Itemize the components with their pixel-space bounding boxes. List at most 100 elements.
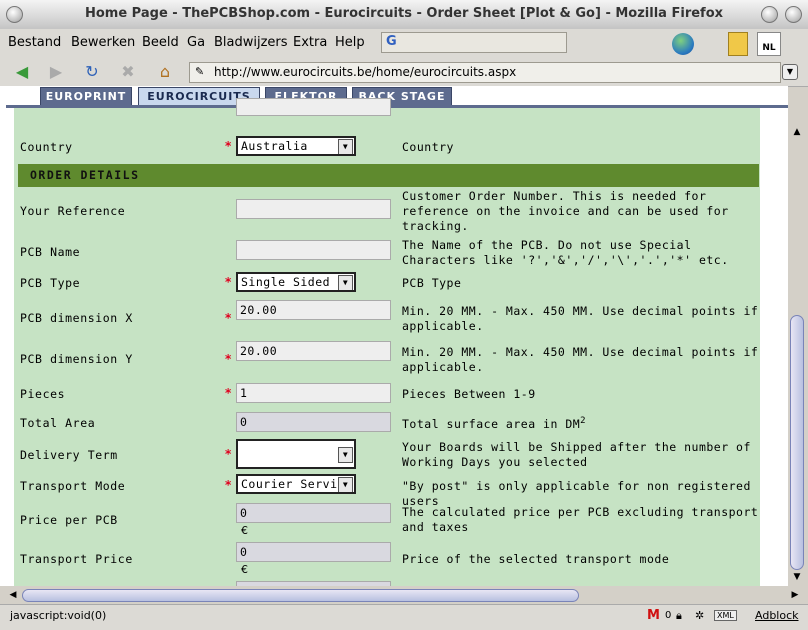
language-nl-icon[interactable]: NL [757,32,781,56]
total-area-label: Total Area [20,416,96,430]
transport-price-label: Transport Price [20,552,133,566]
your-reference-input[interactable] [236,199,391,219]
country-select[interactable]: Australia ▼ [236,136,356,156]
pieces-desc: Pieces Between 1-9 [402,387,536,401]
required-marker: * [225,352,232,366]
horizontal-scrollbar[interactable]: ◀ ▶ [4,586,804,604]
total-area-desc-text: Total surface area in DM [402,416,581,431]
window-title: Home Page - ThePCBShop.com - Eurocircuit… [84,6,724,21]
pcb-dimension-x-input[interactable]: 20.00 [236,300,391,320]
forward-arrow-icon[interactable]: ▶ [46,63,66,81]
total-area-field: 0 [236,412,391,432]
site-tabs: EUROPRINT EUROCIRCUITS ELEKTOR BACK STAG… [0,86,788,108]
total-area-superscript: 2 [580,416,587,426]
chevron-down-icon: ▼ [338,447,353,463]
pcb-name-label: PCB Name [20,245,81,259]
required-marker: * [225,139,232,153]
pieces-label: Pieces [20,387,66,401]
pcb-dimension-x-label: PCB dimension X [20,311,133,325]
gmail-count: 0 [665,610,672,621]
pieces-input[interactable]: 1 [236,383,391,403]
zip-code-input-partial[interactable] [236,98,391,116]
vertical-scroll-thumb[interactable] [790,315,804,570]
pcb-name-desc: The Name of the PCB. Do not use Special … [402,238,729,267]
pcb-dimension-y-desc: Min. 20 MM. - Max. 450 MM. Use decimal p… [402,345,759,374]
section-title: ORDER DETAILS [30,168,140,182]
menu-help[interactable]: Help [335,35,365,50]
your-reference-desc: Customer Order Number. This is needed fo… [402,189,729,233]
page-content: EUROPRINT EUROCIRCUITS ELEKTOR BACK STAG… [0,86,788,586]
pcb-type-select[interactable]: Single Sided ▼ [236,272,356,292]
order-details-header: ORDER DETAILS [18,164,759,187]
required-marker: * [225,275,232,289]
price-per-pcb-desc: The calculated price per PCB excluding t… [402,505,759,534]
address-bar[interactable]: ✎ http://www.eurocircuits.be/home/euroci… [189,62,781,83]
required-marker: * [225,447,232,461]
gmail-icon[interactable]: M [647,608,660,623]
required-marker: * [225,386,232,400]
euro-symbol: € [241,563,248,576]
required-marker: * [225,478,232,492]
scroll-left-arrow-icon[interactable]: ◀ [6,588,20,602]
pcb-type-value: Single Sided [241,275,331,289]
transport-mode-select[interactable]: Courier Servic ▼ [236,474,356,494]
menu-ga[interactable]: Ga [187,35,205,50]
delivery-term-select[interactable]: ▼ [236,439,356,469]
order-form: Country * Australia ▼ Country ORDER DETA… [14,98,762,586]
gear-icon[interactable]: ✲ [695,609,704,622]
transport-mode-value: Courier Servic [241,477,345,491]
horizontal-scroll-thumb[interactable] [22,589,579,602]
menu-extra[interactable]: Extra [293,35,327,50]
price-per-pcb-label: Price per PCB [20,513,118,527]
pcb-type-desc: PCB Type [402,276,462,290]
reload-icon[interactable]: ↻ [82,63,102,81]
url-text: http://www.eurocircuits.be/home/eurocirc… [214,65,517,79]
chevron-down-icon: ▼ [338,477,353,492]
adblock-link[interactable]: Adblock [755,609,799,622]
page-icon: ✎ [195,65,205,78]
transport-mode-label: Transport Mode [20,479,126,493]
country-label: Country [20,140,73,154]
your-reference-label: Your Reference [20,204,126,218]
menu-bladwijzers[interactable]: Bladwijzers [214,35,288,50]
scroll-down-arrow-icon[interactable]: ▼ [790,570,804,584]
scroll-right-arrow-icon[interactable]: ▶ [788,588,802,602]
search-input[interactable]: G [381,32,567,53]
chevron-down-icon: ▼ [338,139,353,154]
chevron-down-icon: ▼ [338,275,353,290]
window-titlebar: Home Page - ThePCBShop.com - Eurocircuit… [0,0,808,30]
required-marker: * [225,311,232,325]
menu-bewerken[interactable]: Bewerken [71,35,135,50]
vertical-scrollbar[interactable]: ▲ ▼ [788,123,806,586]
transport-price-field: 0 [236,542,391,562]
pcb-name-input[interactable] [236,240,391,260]
scroll-up-arrow-icon[interactable]: ▲ [790,125,804,139]
pcb-type-label: PCB Type [20,276,81,290]
delivery-term-label: Delivery Term [20,448,118,462]
delivery-term-desc: Your Boards will be Shipped after the nu… [402,440,751,469]
total-area-desc: Total surface area in DM2 [402,414,762,432]
transport-price-desc: Price of the selected transport mode [402,552,670,566]
close-window-button[interactable] [785,6,802,23]
stop-icon[interactable]: ✖ [118,63,138,81]
price-per-pcb-field: 0 [236,503,391,523]
pcb-dimension-y-input[interactable]: 20.00 [236,341,391,361]
lock-icon: 🔒︎ [676,609,682,622]
url-dropdown-button[interactable]: ▼ [782,64,798,80]
country-value: Australia [241,139,308,153]
menu-bestand[interactable]: Bestand [8,35,61,50]
back-arrow-icon[interactable]: ◀ [12,63,32,81]
clipboard-icon[interactable] [728,32,748,56]
status-bar: javascript:void(0) M 0 🔒︎ ✲ XML Adblock [0,604,808,630]
menu-beeld[interactable]: Beeld [142,35,179,50]
minimize-button[interactable] [761,6,778,23]
euro-symbol: € [241,524,248,537]
home-icon[interactable]: ⌂ [155,63,175,81]
country-desc: Country [402,140,454,154]
pcb-dimension-y-label: PCB dimension Y [20,352,133,366]
pcb-dimension-x-desc: Min. 20 MM. - Max. 450 MM. Use decimal p… [402,304,759,333]
google-icon: G [386,34,397,49]
xml-icon[interactable]: XML [714,610,737,621]
tab-europrint[interactable]: EUROPRINT [40,87,132,106]
globe-icon[interactable] [672,33,694,55]
